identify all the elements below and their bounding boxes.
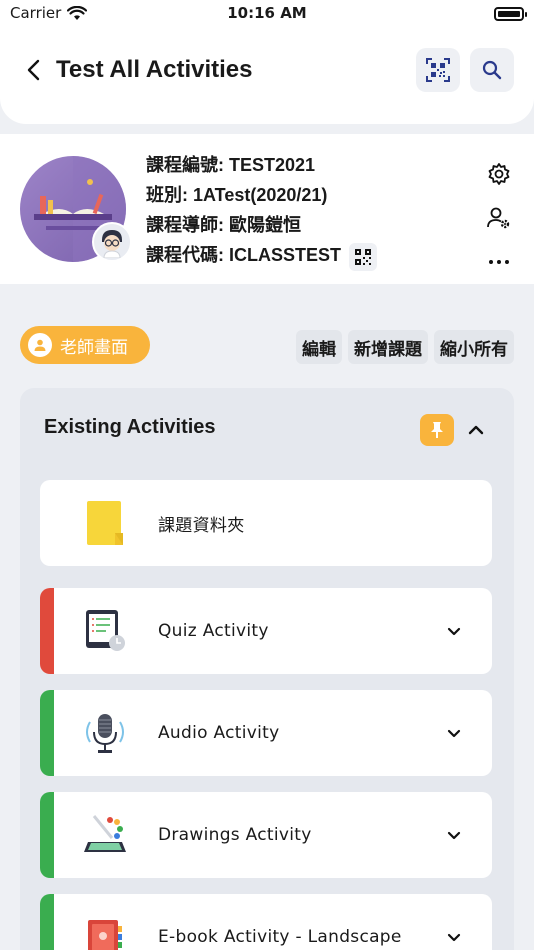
pin-icon <box>431 422 443 438</box>
teacher-character-icon <box>102 230 122 258</box>
qr-code-button[interactable] <box>416 48 460 92</box>
course-actions <box>484 152 514 284</box>
chevron-down-icon[interactable] <box>442 721 466 745</box>
chevron-up-icon <box>468 425 484 435</box>
activity-accent-bar <box>40 690 54 776</box>
activity-item-audio[interactable]: Audio Activity <box>40 690 492 776</box>
battery-icon <box>494 7 527 21</box>
panel-title: Existing Activities <box>44 416 216 438</box>
collapse-all-button[interactable]: 縮小所有 <box>434 330 514 364</box>
user-settings-button[interactable] <box>484 196 514 240</box>
page-title: Test All Activities <box>56 56 253 83</box>
teacher-view-label: 老師畫面 <box>60 337 128 358</box>
chevron-down-icon[interactable] <box>442 619 466 643</box>
status-bar: Carrier 10:16 AM <box>10 4 527 26</box>
folder-icon <box>78 496 132 550</box>
more-button[interactable] <box>484 240 514 284</box>
collapse-panel-button[interactable] <box>464 418 488 442</box>
quiz-icon <box>78 604 132 658</box>
list-item-label: 課題資料夾 <box>158 515 245 536</box>
search-icon <box>482 60 502 80</box>
activity-item-ebook[interactable]: E-book Activity - Landscape <box>40 894 492 950</box>
more-horizontal-icon <box>489 260 509 264</box>
top-header: Carrier 10:16 AM Test All Activities <box>0 0 534 124</box>
qr-code-icon <box>355 249 372 265</box>
qr-code-icon <box>426 58 450 82</box>
pin-button[interactable] <box>420 414 454 446</box>
activity-toolbar: 老師畫面 編輯 新增課題 縮小所有 <box>20 326 514 366</box>
search-button[interactable] <box>470 48 514 92</box>
topic-folder-item[interactable]: 課題資料夾 <box>40 480 492 566</box>
class-name: 班別: 1ATest(2020/21) <box>146 185 328 205</box>
gear-icon <box>488 163 510 185</box>
teacher-avatar <box>92 222 132 262</box>
user-icon <box>28 333 52 357</box>
list-item-label: E-book Activity - Landscape <box>158 927 402 947</box>
drawing-icon <box>78 808 132 862</box>
ebook-icon <box>78 910 132 950</box>
activity-accent-bar <box>40 588 54 674</box>
list-item-label: Quiz Activity <box>158 621 269 641</box>
course-number: 課程編號: TEST2021 <box>146 155 316 175</box>
activity-item-drawings[interactable]: Drawings Activity <box>40 792 492 878</box>
list-item-label: Audio Activity <box>158 723 280 743</box>
activity-accent-bar <box>40 792 54 878</box>
toolbar-buttons: 編輯 新增課題 縮小所有 <box>296 330 514 364</box>
course-qr-button[interactable] <box>349 243 378 271</box>
user-gear-icon <box>487 207 510 229</box>
chevron-down-icon[interactable] <box>442 925 466 949</box>
add-topic-button[interactable]: 新增課題 <box>348 330 428 364</box>
chevron-down-icon[interactable] <box>442 823 466 847</box>
course-info-card: 課程編號: TEST2021 班別: 1ATest(2020/21) 課程導師:… <box>0 134 534 284</box>
course-details: 課程編號: TEST2021 班別: 1ATest(2020/21) 課程導師:… <box>146 150 378 271</box>
microphone-icon <box>78 706 132 760</box>
teacher-view-toggle[interactable]: 老師畫面 <box>20 326 150 364</box>
existing-activities-panel: Existing Activities 課題資料夾 Quiz Activity … <box>20 388 514 950</box>
activity-accent-bar <box>40 894 54 950</box>
chevron-left-icon <box>27 59 40 81</box>
nav-header: Test All Activities <box>20 46 514 94</box>
list-item-label: Drawings Activity <box>158 825 312 845</box>
back-button[interactable] <box>20 56 48 84</box>
edit-button[interactable]: 編輯 <box>296 330 342 364</box>
course-code: 課程代碼: ICLASSTEST <box>146 245 342 265</box>
course-teacher: 課程導師: 歐陽鎧恒 <box>146 215 301 235</box>
settings-button[interactable] <box>484 152 514 196</box>
activity-item-quiz[interactable]: Quiz Activity <box>40 588 492 674</box>
status-time: 10:16 AM <box>227 4 307 22</box>
